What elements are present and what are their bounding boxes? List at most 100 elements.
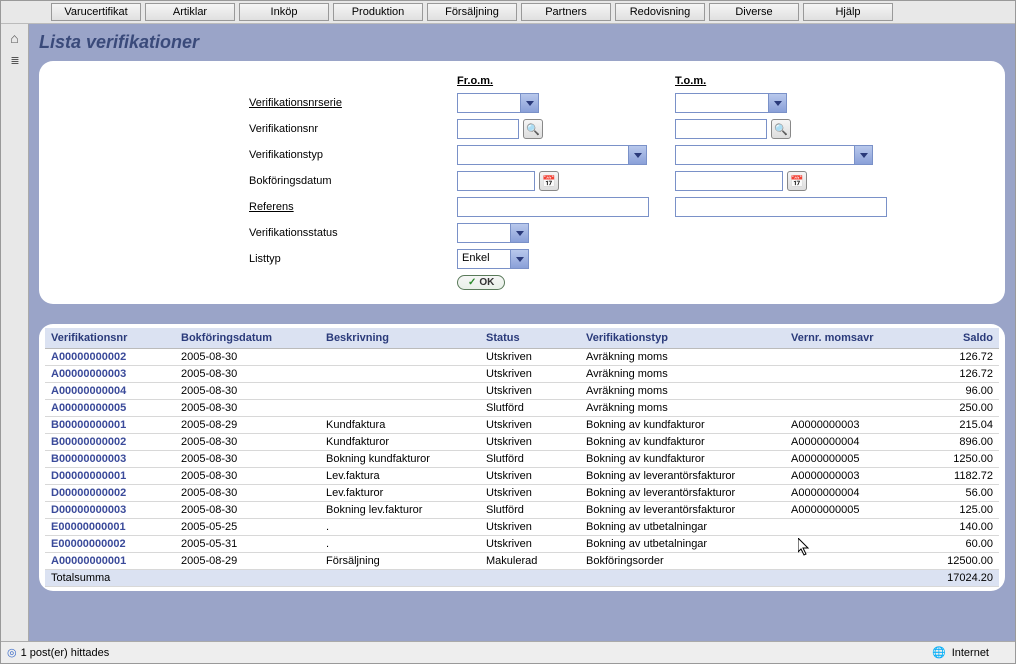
cell-desc: Kundfaktura [320,417,480,434]
cell-status: Slutförd [480,451,580,468]
table-row: E000000000012005-05-25.UtskrivenBokning … [45,519,999,536]
cell-date: 2005-08-30 [175,468,320,485]
cell-vtyp: Bokning av kundfakturor [580,417,785,434]
internet-icon: 🌐 [932,646,946,659]
vnr-from-input[interactable] [457,119,519,139]
cell-date: 2005-08-30 [175,502,320,519]
cell-date: 2005-08-30 [175,485,320,502]
cell-vmoms: A0000000003 [785,417,910,434]
col-vmoms[interactable]: Vernr. momsavr [785,328,910,349]
cell-status: Utskriven [480,417,580,434]
cell-vmoms: A0000000003 [785,468,910,485]
cell-status: Utskriven [480,468,580,485]
cell-date: 2005-08-30 [175,400,320,417]
serie-from-select[interactable] [457,93,539,113]
label-referens: Referens [249,201,449,213]
menu-inkop[interactable]: Inköp [239,3,329,21]
calendar-icon[interactable]: 📅 [539,171,559,191]
cell-vmoms [785,400,910,417]
vnr-link[interactable]: D00000000003 [51,504,126,516]
vstatus-select[interactable] [457,223,529,243]
cell-vtyp: Bokning av utbetalningar [580,536,785,553]
table-row: B000000000022005-08-30KundfakturorUtskri… [45,434,999,451]
bokdatum-from-input[interactable] [457,171,535,191]
vnr-link[interactable]: A00000000002 [51,351,126,363]
home-icon[interactable]: ⌂ [10,30,18,46]
col-status[interactable]: Status [480,328,580,349]
menu-artiklar[interactable]: Artiklar [145,3,235,21]
cell-saldo: 126.72 [910,349,999,366]
vnr-link[interactable]: B00000000003 [51,453,126,465]
table-row: B000000000032005-08-30Bokning kundfaktur… [45,451,999,468]
col-vtyp[interactable]: Verifikationstyp [580,328,785,349]
vnr-link[interactable]: D00000000002 [51,487,126,499]
table-row: A000000000012005-08-29FörsäljningMakuler… [45,553,999,570]
cell-saldo: 1182.72 [910,468,999,485]
col-vnr[interactable]: Verifikationsnr [45,328,175,349]
vnr-link[interactable]: E00000000002 [51,538,126,550]
col-beskrivning[interactable]: Beskrivning [320,328,480,349]
cell-desc: Bokning lev.fakturor [320,502,480,519]
vtyp-to-select[interactable] [675,145,873,165]
menu-partners[interactable]: Partners [521,3,611,21]
vnr-link[interactable]: A00000000004 [51,385,126,397]
vtyp-from-select[interactable] [457,145,647,165]
cell-date: 2005-05-25 [175,519,320,536]
chevron-down-icon [774,101,782,106]
vnr-link[interactable]: D00000000001 [51,470,126,482]
vnr-link[interactable]: A00000000001 [51,555,126,567]
cell-saldo: 896.00 [910,434,999,451]
cell-status: Slutförd [480,400,580,417]
cell-date: 2005-05-31 [175,536,320,553]
ok-button[interactable]: OK [457,275,505,290]
table-row: A000000000032005-08-30UtskrivenAvräkning… [45,366,999,383]
status-text: 1 post(er) hittades [21,647,110,659]
label-vtyp: Verifikationstyp [249,149,449,161]
cell-saldo: 60.00 [910,536,999,553]
referens-from-input[interactable] [457,197,649,217]
referens-to-input[interactable] [675,197,887,217]
chevron-down-icon [516,257,524,262]
cell-status: Utskriven [480,434,580,451]
cell-date: 2005-08-30 [175,434,320,451]
list-icon[interactable]: ≣ [10,54,18,67]
cell-vtyp: Avräkning moms [580,366,785,383]
cell-vtyp: Bokföringsorder [580,553,785,570]
cell-vmoms [785,519,910,536]
cell-desc: Försäljning [320,553,480,570]
table-row: A000000000042005-08-30UtskrivenAvräkning… [45,383,999,400]
menu-diverse[interactable]: Diverse [709,3,799,21]
bokdatum-to-input[interactable] [675,171,783,191]
menu-varucertifikat[interactable]: Varucertifikat [51,3,141,21]
filter-from-header: Fr.o.m. [457,75,667,87]
table-row: D000000000022005-08-30Lev.fakturorUtskri… [45,485,999,502]
calendar-icon[interactable]: 📅 [787,171,807,191]
cell-vmoms [785,553,910,570]
listtyp-select[interactable]: Enkel [457,249,529,269]
vnr-link[interactable]: A00000000005 [51,402,126,414]
cell-saldo: 1250.00 [910,451,999,468]
col-bokdatum[interactable]: Bokföringsdatum [175,328,320,349]
results-table: Verifikationsnr Bokföringsdatum Beskrivn… [45,328,999,587]
cell-vmoms: A0000000004 [785,485,910,502]
vnr-link[interactable]: B00000000002 [51,436,126,448]
cell-saldo: 126.72 [910,366,999,383]
cell-desc: . [320,536,480,553]
cell-vmoms [785,349,910,366]
search-icon[interactable]: 🔍 [523,119,543,139]
vnr-link[interactable]: A00000000003 [51,368,126,380]
search-icon[interactable]: 🔍 [771,119,791,139]
vnr-to-input[interactable] [675,119,767,139]
menu-produktion[interactable]: Produktion [333,3,423,21]
table-row: D00000000003 2005-08-30Bokning lev.faktur… [45,502,999,519]
vnr-link[interactable]: B00000000001 [51,419,126,431]
menu-forsaljning[interactable]: Försäljning [427,3,517,21]
zone-text: Internet [952,647,989,659]
col-saldo[interactable]: Saldo [910,328,999,349]
vnr-link[interactable]: E00000000001 [51,521,126,533]
serie-to-select[interactable] [675,93,787,113]
cell-vtyp: Bokning av leverantörsfakturor [580,485,785,502]
cell-saldo: 215.04 [910,417,999,434]
menu-redovisning[interactable]: Redovisning [615,3,705,21]
menu-hjalp[interactable]: Hjälp [803,3,893,21]
